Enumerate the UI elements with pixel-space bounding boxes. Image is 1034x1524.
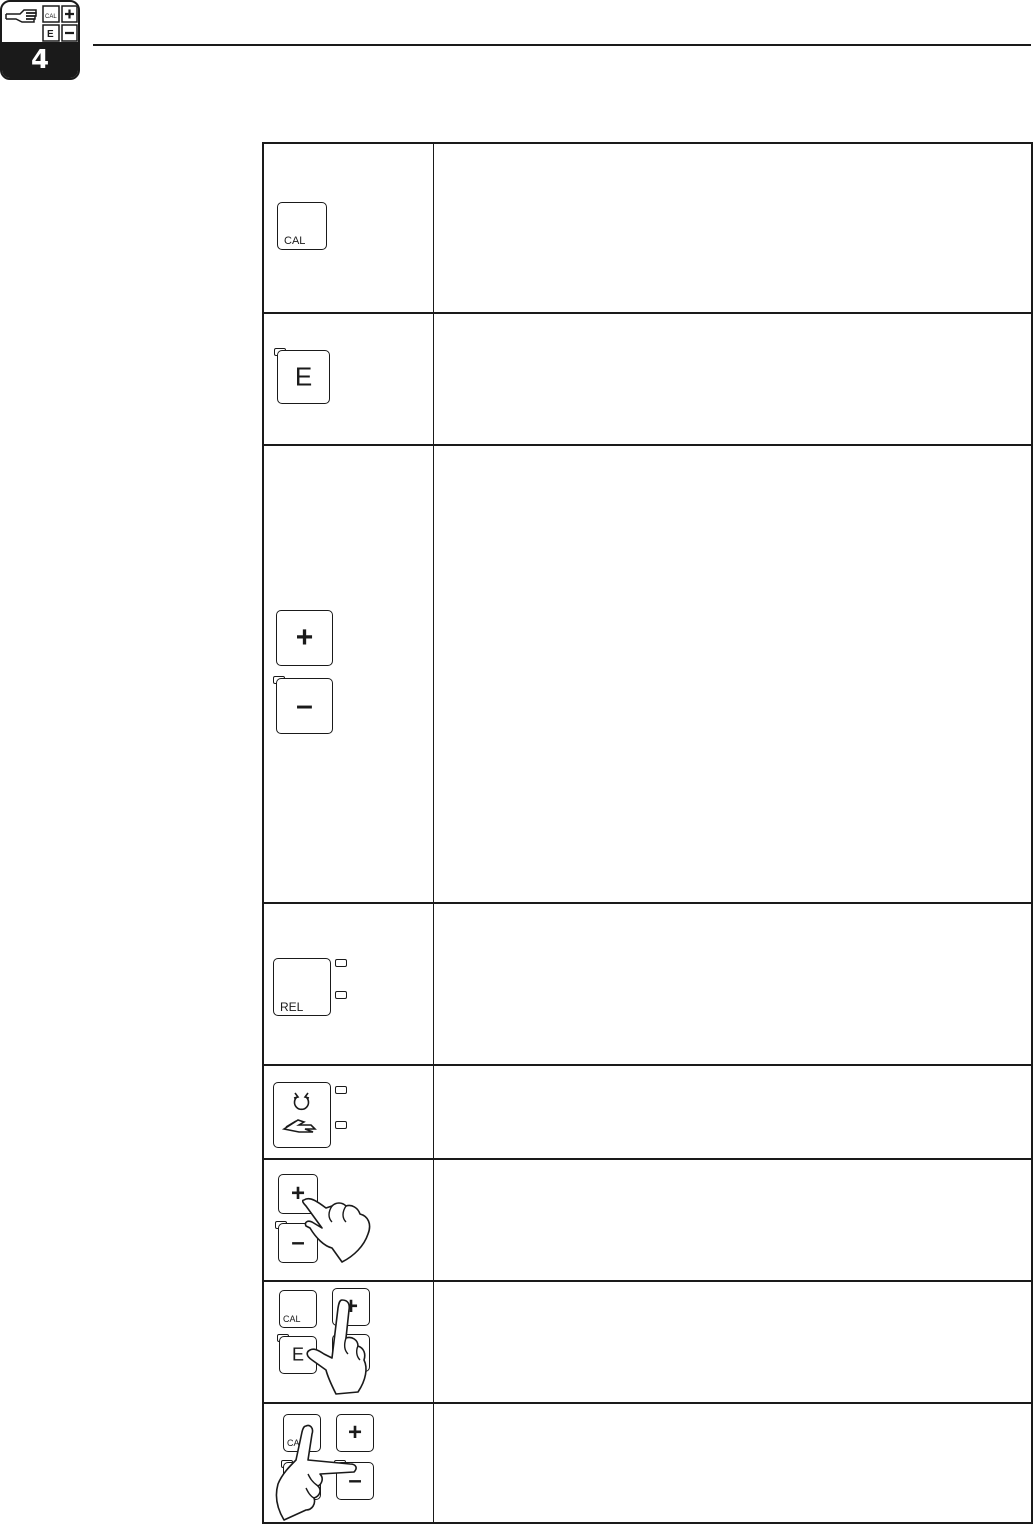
table-row	[264, 1066, 1031, 1160]
description-cell	[434, 1404, 1031, 1522]
chapter-tab-icons: CAL E	[5, 5, 78, 42]
key-cell: + –	[264, 1160, 434, 1280]
key-cell	[264, 1066, 434, 1158]
e-key[interactable]: E	[277, 350, 330, 404]
auto-led	[335, 1086, 347, 1094]
rel-key-label: REL	[280, 1000, 304, 1014]
key-cell: CAL + E	[264, 1282, 434, 1402]
pressing-hand-icon	[306, 1299, 367, 1395]
description-cell	[434, 1282, 1031, 1402]
description-cell	[434, 904, 1031, 1064]
cal-key-label: CAL	[283, 1314, 301, 1324]
relay-led-2	[335, 991, 347, 999]
auto-manual-key[interactable]	[273, 1082, 331, 1148]
table-row: REL	[264, 904, 1031, 1066]
manual-hand-icon	[281, 1119, 317, 1133]
key-cell: + –	[264, 446, 434, 902]
table-row: + –	[264, 1160, 1031, 1282]
header-rule	[93, 44, 1031, 46]
manual-led	[335, 1121, 347, 1129]
table-row: CAL	[264, 144, 1031, 314]
description-cell	[434, 314, 1031, 444]
description-cell	[434, 144, 1031, 312]
description-cell	[434, 446, 1031, 902]
relay-led-1	[335, 959, 347, 967]
auto-mode-icon	[293, 1092, 310, 1111]
pressing-hand-icon	[302, 1197, 371, 1263]
minus-key[interactable]: –	[276, 678, 333, 734]
chapter-number: 4	[2, 42, 78, 78]
key-table: CAL E + – REL + – CAL + E CAL + –	[262, 142, 1033, 1524]
pressing-hand-icon	[275, 1424, 357, 1521]
table-row: CAL + –	[264, 1404, 1031, 1524]
key-cell: CAL + –	[264, 1404, 434, 1522]
key-cell: REL	[264, 904, 434, 1064]
minus-key-label: –	[296, 689, 313, 722]
description-cell	[434, 1160, 1031, 1280]
rel-key[interactable]: REL	[273, 958, 331, 1016]
table-row: E	[264, 314, 1031, 446]
table-row: CAL + E	[264, 1282, 1031, 1404]
svg-text:E: E	[47, 29, 54, 40]
e-key-label: E	[294, 361, 313, 392]
key-cell: E	[264, 314, 434, 444]
cal-key[interactable]: CAL	[277, 202, 327, 250]
plus-key[interactable]: +	[276, 610, 333, 666]
svg-text:CAL: CAL	[45, 14, 57, 20]
pointing-hand-icon	[5, 9, 37, 23]
key-cell: CAL	[264, 144, 434, 312]
table-row: + –	[264, 446, 1031, 904]
cal-key-label: CAL	[284, 235, 306, 247]
plus-key-label: +	[295, 621, 314, 654]
description-cell	[434, 1066, 1031, 1158]
chapter-tab: CAL E 4	[0, 0, 80, 80]
